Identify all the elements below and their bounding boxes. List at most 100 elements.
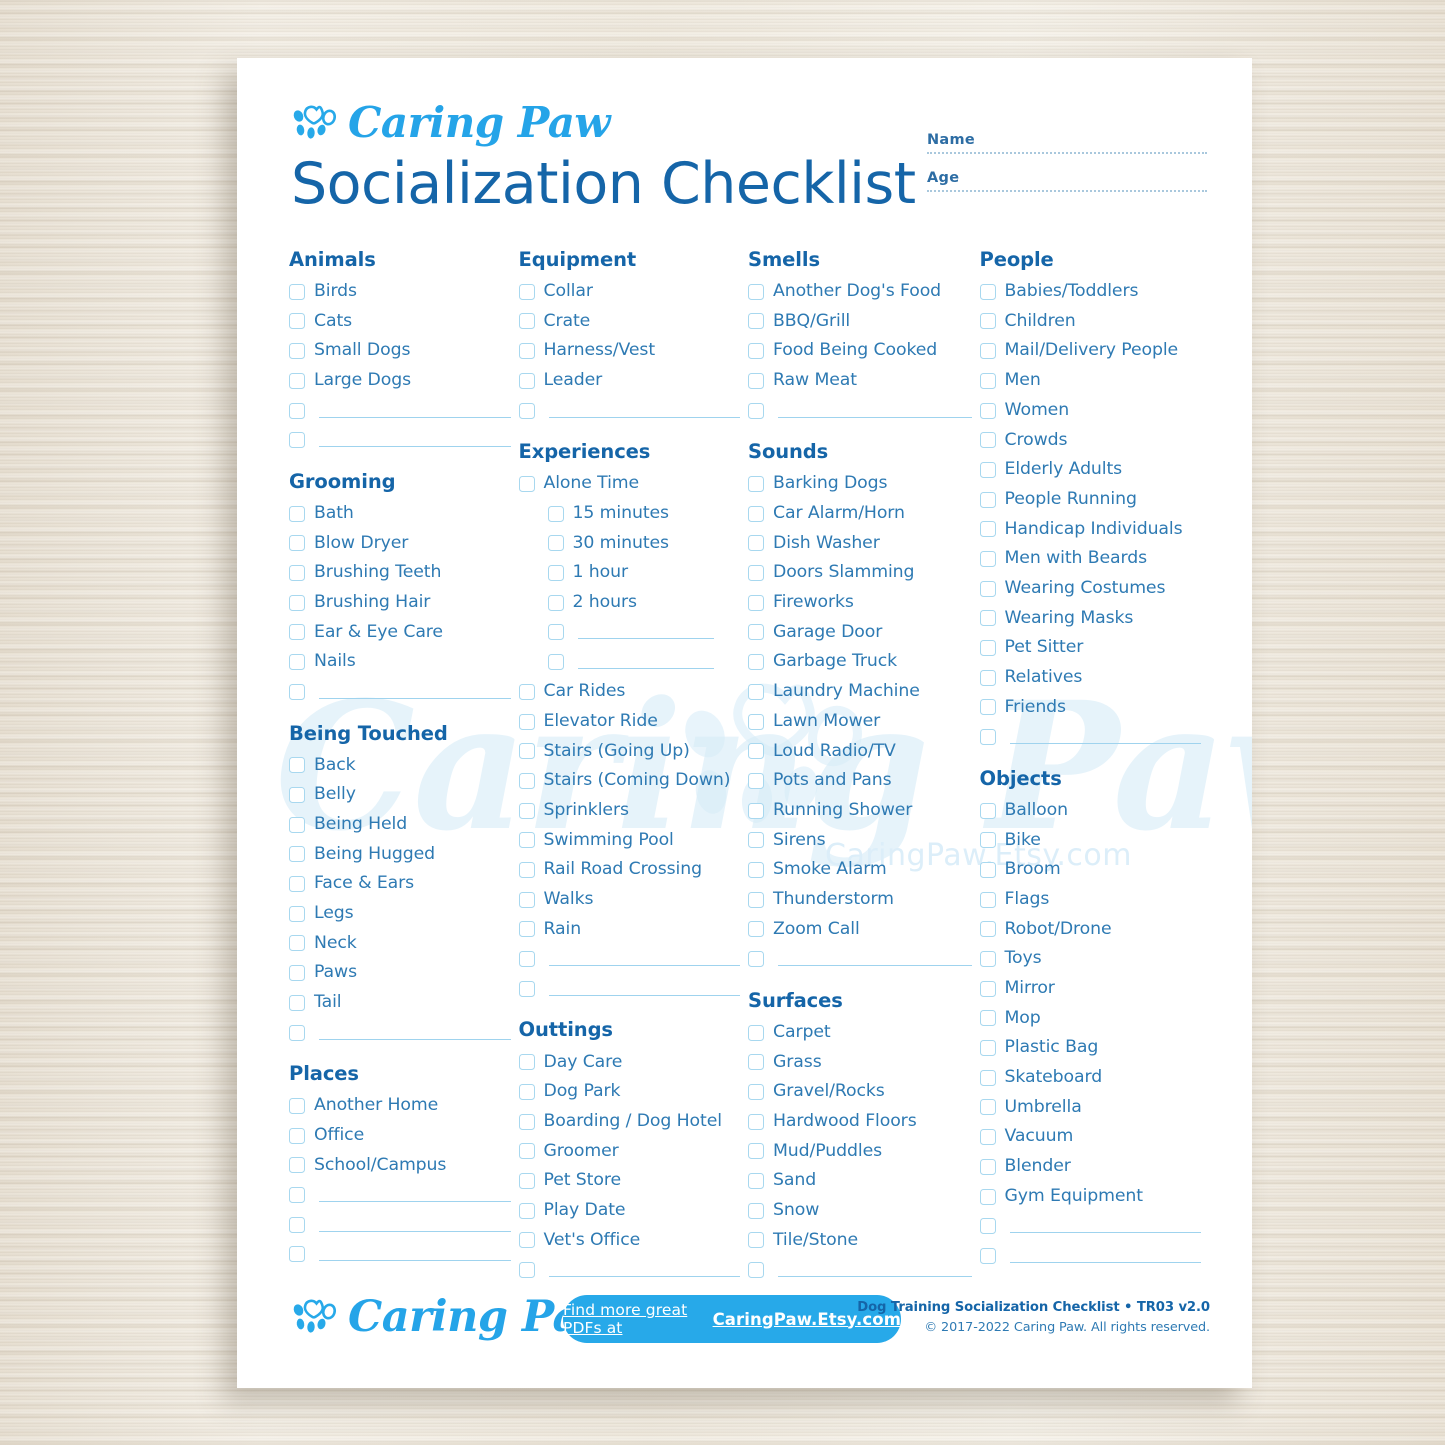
checklist-item-collar[interactable]: Collar	[518, 279, 749, 305]
checkbox-icon[interactable]	[289, 1024, 305, 1041]
checklist-item-grass[interactable]: Grass	[748, 1049, 980, 1075]
checkbox-icon[interactable]	[289, 757, 305, 774]
checklist-item-children[interactable]: Children	[979, 309, 1210, 335]
checkbox-icon[interactable]	[979, 1040, 996, 1057]
checklist-item-another-home[interactable]: Another Home	[289, 1093, 519, 1119]
checkbox-icon[interactable]	[979, 1069, 996, 1086]
checklist-item-gravel-rocks[interactable]: Gravel/Rocks	[748, 1079, 980, 1105]
checklist-item-zoom-call[interactable]: Zoom Call	[748, 917, 980, 943]
checkbox-icon[interactable]	[289, 935, 305, 952]
checklist-item-relatives[interactable]: Relatives	[979, 665, 1210, 691]
checklist-item-write-in[interactable]	[518, 398, 749, 424]
checklist-item-crowds[interactable]: Crowds	[979, 427, 1210, 453]
checklist-item-flags[interactable]: Flags	[979, 887, 1210, 913]
checklist-item-write-in[interactable]	[748, 946, 980, 972]
checklist-item-dog-park[interactable]: Dog Park	[518, 1079, 749, 1105]
checklist-item-plastic-bag[interactable]: Plastic Bag	[979, 1035, 1210, 1061]
checklist-item-people-running[interactable]: People Running	[979, 487, 1210, 513]
checkbox-icon[interactable]	[518, 772, 535, 789]
checklist-item-stairs-coming-down-[interactable]: Stairs (Coming Down)	[518, 768, 749, 794]
checklist-item-brushing-teeth[interactable]: Brushing Teeth	[289, 560, 519, 586]
checkbox-icon[interactable]	[518, 921, 535, 938]
checkbox-icon[interactable]	[979, 491, 996, 508]
checklist-item-write-in[interactable]	[518, 946, 749, 972]
checkbox-icon[interactable]	[979, 832, 996, 849]
checklist-item-women[interactable]: Women	[979, 398, 1210, 424]
checklist-item-write-in[interactable]	[748, 1257, 980, 1283]
checkbox-icon[interactable]	[979, 313, 996, 330]
checkbox-icon[interactable]	[518, 372, 535, 389]
checkbox-icon[interactable]	[979, 921, 996, 938]
checkbox-icon[interactable]	[748, 402, 764, 419]
checkbox-icon[interactable]	[748, 476, 764, 492]
checkbox-icon[interactable]	[748, 683, 764, 700]
checklist-item-garbage-truck[interactable]: Garbage Truck	[748, 649, 980, 675]
checklist-item-gym-equipment[interactable]: Gym Equipment	[979, 1184, 1210, 1210]
checklist-item-elevator-ride[interactable]: Elevator Ride	[518, 709, 749, 735]
checklist-item-office[interactable]: Office	[289, 1123, 519, 1149]
checkbox-icon[interactable]	[518, 743, 535, 760]
checkbox-icon[interactable]	[748, 861, 764, 878]
checkbox-icon[interactable]	[979, 1010, 996, 1027]
checkbox-icon[interactable]	[518, 1262, 535, 1278]
checkbox-icon[interactable]	[748, 832, 764, 849]
checkbox-icon[interactable]	[289, 846, 305, 863]
checklist-item-mud-puddles[interactable]: Mud/Puddles	[748, 1139, 980, 1165]
checklist-item-legs[interactable]: Legs	[289, 901, 519, 927]
checklist-item-being-held[interactable]: Being Held	[289, 812, 519, 838]
checklist-item-sprinklers[interactable]: Sprinklers	[518, 798, 749, 824]
checkbox-icon[interactable]	[518, 313, 535, 330]
checkbox-icon[interactable]	[748, 1143, 764, 1160]
checklist-item-harness-vest[interactable]: Harness/Vest	[518, 338, 749, 364]
checklist-item-tile-stone[interactable]: Tile/Stone	[748, 1228, 980, 1254]
checkbox-icon[interactable]	[289, 994, 305, 1011]
write-in-line[interactable]	[577, 655, 714, 670]
checkbox-icon[interactable]	[979, 980, 996, 997]
checklist-item-lawn-mower[interactable]: Lawn Mower	[748, 709, 980, 735]
checklist-item-being-hugged[interactable]: Being Hugged	[289, 842, 519, 868]
checkbox-icon[interactable]	[518, 402, 535, 419]
checkbox-icon[interactable]	[518, 951, 535, 967]
checklist-item-broom[interactable]: Broom	[979, 857, 1210, 883]
checkbox-icon[interactable]	[748, 802, 764, 819]
checklist-item-write-in[interactable]	[289, 427, 519, 453]
checkbox-icon[interactable]	[979, 1129, 996, 1146]
checkbox-icon[interactable]	[979, 1158, 996, 1175]
checklist-item-friends[interactable]: Friends	[979, 695, 1210, 721]
find-more-pdfs-button[interactable]: Find more great PDFs at CaringPaw.Etsy.c…	[563, 1295, 901, 1343]
checklist-item-raw-meat[interactable]: Raw Meat	[748, 368, 980, 394]
checklist-item-wearing-costumes[interactable]: Wearing Costumes	[979, 576, 1210, 602]
checkbox-icon[interactable]	[748, 921, 764, 938]
checkbox-icon[interactable]	[979, 861, 996, 878]
checklist-item-nails[interactable]: Nails	[289, 649, 519, 675]
checkbox-icon[interactable]	[289, 787, 305, 803]
checkbox-icon[interactable]	[748, 372, 764, 389]
checklist-item-large-dogs[interactable]: Large Dogs	[289, 368, 519, 394]
checkbox-icon[interactable]	[547, 654, 564, 671]
write-in-line[interactable]	[548, 1263, 740, 1277]
checkbox-icon[interactable]	[748, 1172, 764, 1189]
checklist-item-write-in[interactable]	[519, 620, 749, 646]
checkbox-icon[interactable]	[748, 565, 764, 582]
checklist-item-food-being-cooked[interactable]: Food Being Cooked	[748, 338, 980, 364]
checklist-item-cats[interactable]: Cats	[289, 309, 519, 335]
checklist-item-30-minutes[interactable]: 30 minutes	[519, 531, 749, 557]
checklist-item-blow-dryer[interactable]: Blow Dryer	[289, 531, 519, 557]
write-in-line[interactable]	[319, 1188, 511, 1203]
checkbox-icon[interactable]	[289, 1246, 305, 1263]
checklist-item-walks[interactable]: Walks	[518, 887, 749, 913]
checklist-item-toys[interactable]: Toys	[979, 946, 1210, 972]
write-in-line[interactable]	[319, 1218, 511, 1232]
checklist-item-pots-and-pans[interactable]: Pots and Pans	[748, 768, 980, 794]
checklist-item-loud-radio-tv[interactable]: Loud Radio/TV	[748, 738, 980, 764]
checklist-item-write-in[interactable]	[979, 1243, 1210, 1269]
checkbox-icon[interactable]	[748, 1113, 764, 1130]
checklist-item-dish-washer[interactable]: Dish Washer	[748, 531, 980, 557]
checklist-item-blender[interactable]: Blender	[979, 1154, 1210, 1180]
checkbox-icon[interactable]	[979, 951, 996, 967]
checklist-item-car-alarm-horn[interactable]: Car Alarm/Horn	[748, 501, 980, 527]
checklist-item-2-hours[interactable]: 2 hours	[519, 590, 749, 616]
checklist-item-snow[interactable]: Snow	[748, 1198, 980, 1224]
checkbox-icon[interactable]	[748, 743, 764, 760]
checkbox-icon[interactable]	[518, 1202, 535, 1219]
